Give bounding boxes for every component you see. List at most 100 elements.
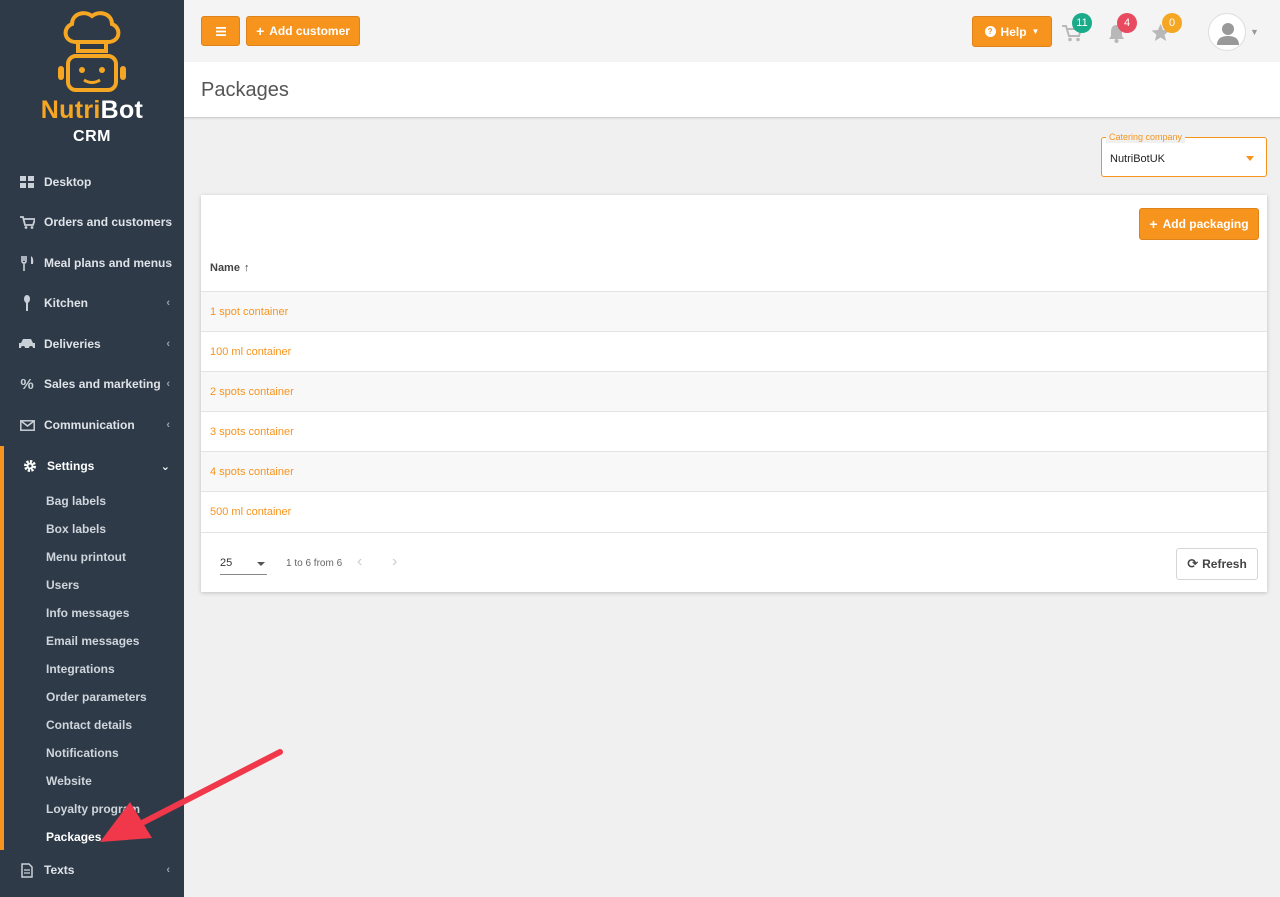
plus-icon: + xyxy=(256,23,265,39)
package-name-link[interactable]: 2 spots container xyxy=(210,386,294,398)
sidebar-item-label: Orders and customers xyxy=(44,215,173,229)
sidebar-item-settings[interactable]: Settings ⌄ xyxy=(0,446,184,486)
sidebar-item-label: Texts xyxy=(44,863,75,877)
sidebar-sub-users[interactable]: Users xyxy=(46,578,79,592)
package-name-link[interactable]: 4 spots container xyxy=(210,466,294,478)
sidebar-item-communication[interactable]: Communication ‹ xyxy=(0,405,184,445)
sidebar-sub-integrations[interactable]: Integrations xyxy=(46,662,115,676)
chevron-left-icon: ‹ xyxy=(166,297,170,309)
sidebar-item-kitchen[interactable]: Kitchen ‹ xyxy=(0,283,184,323)
sidebar-item-texts[interactable]: Texts ‹ xyxy=(0,850,184,890)
package-name-link[interactable]: 1 spot container xyxy=(210,306,288,318)
table-row[interactable]: 100 ml container xyxy=(201,331,1267,371)
brand-name: NutriBot xyxy=(0,96,184,125)
packages-card: + Add packaging Name ↑ 1 spot container … xyxy=(201,195,1267,592)
column-header-name[interactable]: Name ↑ xyxy=(210,262,249,274)
sidebar-item-deliveries[interactable]: Deliveries ‹ xyxy=(0,324,184,364)
next-page-icon[interactable]: › xyxy=(392,553,397,571)
menu-toggle-button[interactable] xyxy=(201,16,240,46)
table-row[interactable]: 2 spots container xyxy=(201,371,1267,411)
sidebar-item-label: Sales and marketing xyxy=(44,377,161,391)
sidebar-item-orders[interactable]: Orders and customers ‹ xyxy=(0,202,184,242)
sidebar-item-label: Desktop xyxy=(44,175,92,189)
catering-company-value: NutriBotUK xyxy=(1110,153,1166,165)
sidebar-item-label: Communication xyxy=(44,418,135,432)
page-size-select[interactable]: 25 xyxy=(220,557,267,575)
refresh-label: Refresh xyxy=(1202,557,1247,571)
sidebar-item-label: Deliveries xyxy=(44,337,101,351)
brand-subtitle: CRM xyxy=(73,128,111,145)
sidebar-item-label: Meal plans and menus xyxy=(44,256,173,270)
refresh-icon: ⟳ xyxy=(1187,556,1199,571)
plus-icon: + xyxy=(1149,216,1158,232)
help-label: Help xyxy=(1000,24,1027,39)
page-header: Packages xyxy=(184,62,1280,118)
package-name-link[interactable]: 3 spots container xyxy=(210,426,294,438)
sidebar: NutriBot CRM Desktop Orders and customer… xyxy=(0,0,184,897)
question-circle-icon: ? xyxy=(984,26,996,37)
notifications-count-badge: 4 xyxy=(1117,13,1137,33)
caret-down-icon xyxy=(257,562,265,566)
catering-company-select[interactable]: Catering company NutriBotUK xyxy=(1101,132,1267,177)
percent-icon: % xyxy=(20,375,34,393)
previous-page-icon[interactable]: ‹ xyxy=(357,553,362,571)
add-packaging-label: Add packaging xyxy=(1162,217,1249,231)
chevron-down-icon: ⌄ xyxy=(160,460,170,473)
table-row[interactable]: 3 spots container xyxy=(201,411,1267,451)
column-header-label: Name xyxy=(210,262,240,274)
chevron-left-icon: ‹ xyxy=(166,257,170,269)
help-button[interactable]: ? Help ▼ xyxy=(972,16,1052,47)
add-customer-label: Add customer xyxy=(269,24,350,38)
chevron-left-icon: ‹ xyxy=(166,216,170,228)
chevron-left-icon: ‹ xyxy=(166,338,170,350)
sidebar-sub-bag-labels[interactable]: Bag labels xyxy=(46,494,106,508)
sidebar-item-desktop[interactable]: Desktop xyxy=(0,162,184,202)
sidebar-sub-menu-printout[interactable]: Menu printout xyxy=(46,550,126,564)
pagination-range: 1 to 6 from 6 xyxy=(286,558,343,569)
caret-down-icon xyxy=(1246,156,1254,161)
favorites-count-badge: 0 xyxy=(1162,13,1182,33)
spoon-icon xyxy=(19,295,35,311)
cutlery-icon xyxy=(19,255,35,271)
settings-group: Settings ⌄ Bag labels Box labels Menu pr… xyxy=(0,446,184,850)
cart-count-badge: 11 xyxy=(1072,13,1092,33)
table-row[interactable]: 4 spots container xyxy=(201,451,1267,491)
sidebar-item-sales[interactable]: % Sales and marketing ‹ xyxy=(0,364,184,404)
add-packaging-button[interactable]: + Add packaging xyxy=(1139,208,1259,240)
sidebar-item-label: Settings xyxy=(47,459,95,473)
brand-name-part2: Bot xyxy=(100,96,144,124)
table-row[interactable]: 1 spot container xyxy=(201,291,1267,331)
package-name-link[interactable]: 100 ml container xyxy=(210,346,291,358)
sidebar-sub-info-messages[interactable]: Info messages xyxy=(46,606,129,620)
chevron-left-icon: ‹ xyxy=(166,378,170,390)
add-customer-button[interactable]: + Add customer xyxy=(246,16,360,46)
sidebar-sub-contact-details[interactable]: Contact details xyxy=(46,718,132,732)
sidebar-sub-box-labels[interactable]: Box labels xyxy=(46,522,106,536)
document-icon xyxy=(19,862,35,878)
avatar[interactable] xyxy=(1208,13,1246,51)
brand-name-part1: Nutri xyxy=(40,96,101,124)
page-title: Packages xyxy=(201,79,289,101)
refresh-button[interactable]: ⟳ Refresh xyxy=(1176,548,1258,580)
sidebar-sub-order-parameters[interactable]: Order parameters xyxy=(46,690,147,704)
sidebar-item-meal-plans[interactable]: Meal plans and menus ‹ xyxy=(0,243,184,283)
table-footer: 25 1 to 6 from 6 ‹ › ⟳ Refresh xyxy=(201,532,1267,592)
sidebar-sub-packages[interactable]: Packages xyxy=(46,830,101,844)
cart-icon xyxy=(19,214,35,230)
sidebar-sub-notifications[interactable]: Notifications xyxy=(46,746,119,760)
table-row[interactable]: 500 ml container xyxy=(201,491,1267,531)
chevron-left-icon: ‹ xyxy=(166,864,170,876)
sidebar-sub-email-messages[interactable]: Email messages xyxy=(46,634,139,648)
sort-ascending-icon: ↑ xyxy=(243,262,250,274)
page-size-value: 25 xyxy=(220,557,233,569)
car-icon xyxy=(19,336,35,352)
envelope-icon xyxy=(19,417,35,433)
sidebar-item-label: Kitchen xyxy=(44,296,89,310)
sidebar-sub-loyalty-program[interactable]: Loyalty program xyxy=(46,802,140,816)
sidebar-sub-website[interactable]: Website xyxy=(46,774,92,788)
user-menu-caret-icon[interactable]: ▼ xyxy=(1250,27,1259,37)
package-name-link[interactable]: 500 ml container xyxy=(210,506,291,518)
gear-icon xyxy=(22,458,38,474)
grid-icon xyxy=(19,174,35,190)
caret-down-icon: ▼ xyxy=(1031,27,1040,36)
